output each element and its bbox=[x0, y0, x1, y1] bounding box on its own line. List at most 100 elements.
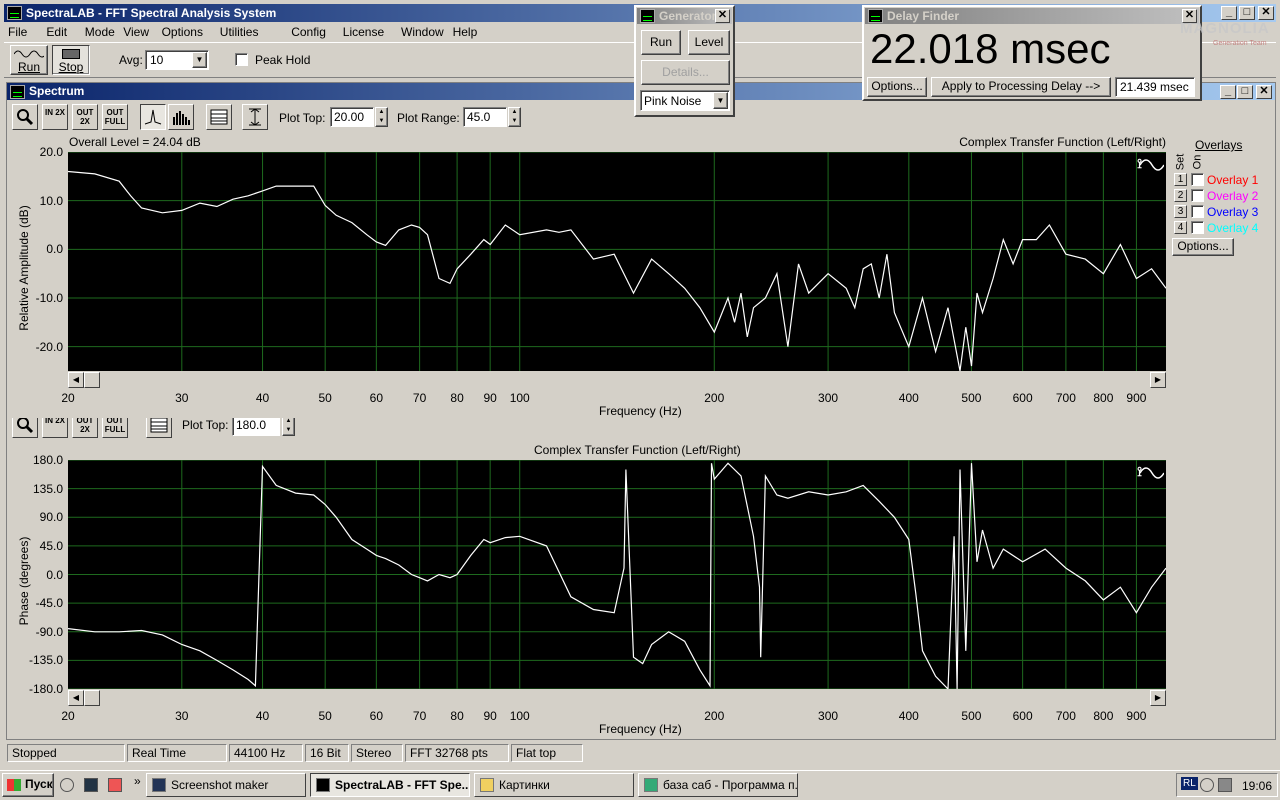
overlay-on-checkbox[interactable] bbox=[1191, 221, 1204, 234]
sine-wave-icon[interactable] bbox=[1140, 158, 1164, 172]
y-tick-label: -10.0 bbox=[35, 291, 63, 305]
chevron-down-icon[interactable]: ▼ bbox=[713, 92, 728, 109]
overlay-set-button[interactable]: 4 bbox=[1174, 221, 1187, 234]
quicklaunch-more-icon[interactable]: » bbox=[134, 774, 141, 788]
spectrum-minimize-button[interactable]: _ bbox=[1220, 85, 1236, 99]
taskbar-item-pictures[interactable]: Картинки bbox=[474, 773, 634, 797]
quicklaunch-icon-2[interactable] bbox=[84, 778, 98, 792]
x-tick-label: 400 bbox=[898, 391, 919, 405]
main-maximize-button[interactable]: □ bbox=[1239, 6, 1255, 20]
phase-plot-top-spinner[interactable]: ▲ ▼ bbox=[282, 418, 295, 436]
plot-top-value: 20.00 bbox=[334, 110, 365, 124]
auto-scale-button[interactable] bbox=[242, 104, 268, 130]
language-indicator[interactable]: RL bbox=[1181, 777, 1198, 790]
scroll-thumb[interactable] bbox=[84, 690, 100, 706]
phase-zoom-button[interactable] bbox=[12, 418, 38, 438]
table-view-button[interactable] bbox=[206, 104, 232, 130]
peak-hold-checkbox[interactable] bbox=[235, 53, 248, 66]
menu-license[interactable]: License bbox=[343, 25, 384, 39]
quicklaunch-icon-3[interactable] bbox=[108, 778, 122, 792]
generator-icon bbox=[640, 9, 655, 23]
plot-top-field[interactable]: 20.00 bbox=[330, 107, 374, 127]
quicklaunch-icon-1[interactable] bbox=[60, 778, 74, 792]
phase-plot-top-field[interactable]: 180.0 bbox=[232, 418, 280, 436]
menu-view[interactable]: View bbox=[123, 25, 149, 39]
phase-zoom-in-2x-button[interactable]: IN 2X bbox=[42, 418, 68, 438]
overlay-on-checkbox[interactable] bbox=[1191, 189, 1204, 202]
scroll-left-arrow[interactable]: ◀ bbox=[68, 690, 84, 706]
run-button[interactable]: Run bbox=[10, 45, 48, 75]
x-tick-label: 40 bbox=[255, 709, 270, 723]
menu-file[interactable]: File bbox=[8, 25, 27, 39]
menu-mode[interactable]: Mode bbox=[85, 25, 115, 39]
tray-network-icon[interactable] bbox=[1200, 778, 1214, 792]
overlay-set-button[interactable]: 1 bbox=[1174, 173, 1187, 186]
menu-window[interactable]: Window bbox=[401, 25, 444, 39]
phase-zoom-out-2x-button[interactable]: OUT 2X bbox=[72, 418, 98, 438]
x-tick-label: 300 bbox=[818, 709, 839, 723]
chevron-down-icon[interactable]: ▼ bbox=[192, 52, 207, 68]
bar-plot-button[interactable] bbox=[168, 104, 194, 130]
plot-top-spinner[interactable]: ▲ ▼ bbox=[375, 107, 388, 127]
spectrum-close-button[interactable]: ✕ bbox=[1256, 85, 1272, 99]
taskbar-item-screenshot-maker[interactable]: Screenshot maker bbox=[146, 773, 306, 797]
generator-level-button[interactable]: Level bbox=[688, 30, 730, 55]
overlay-on-checkbox[interactable] bbox=[1191, 205, 1204, 218]
main-close-button[interactable]: ✕ bbox=[1258, 6, 1274, 20]
delay-options-button[interactable]: Options... bbox=[867, 77, 927, 97]
phase-scrollbar[interactable]: ◀ ▶ bbox=[68, 690, 1166, 706]
scroll-left-arrow[interactable]: ◀ bbox=[68, 372, 84, 388]
status-cell: FFT 32768 pts bbox=[405, 744, 509, 762]
scroll-thumb[interactable] bbox=[84, 372, 100, 388]
generator-details-button[interactable]: Details... bbox=[641, 60, 730, 85]
overlay-on-checkbox[interactable] bbox=[1191, 173, 1204, 186]
phase-zoom-out-full-button[interactable]: OUT FULL bbox=[102, 418, 128, 438]
apply-processing-delay-button[interactable]: Apply to Processing Delay --> bbox=[931, 77, 1111, 97]
menu-options[interactable]: Options bbox=[162, 25, 203, 39]
zoom-out-2x-button[interactable]: OUT 2X bbox=[72, 104, 98, 130]
line-plot-button[interactable] bbox=[140, 104, 166, 130]
noise-type-select[interactable]: Pink Noise ▼ bbox=[640, 90, 730, 111]
taskbar-item-baza-sab[interactable]: база саб - Программа п... bbox=[638, 773, 798, 797]
start-button[interactable]: Пуск bbox=[2, 773, 54, 797]
phase-zoom-in-2x-label: IN 2X bbox=[44, 418, 65, 425]
menu-help[interactable]: Help bbox=[453, 25, 478, 39]
scroll-right-arrow[interactable]: ▶ bbox=[1150, 690, 1166, 706]
menu-config[interactable]: Config bbox=[291, 25, 326, 39]
amplitude-scrollbar[interactable]: ◀ ▶ bbox=[68, 372, 1166, 388]
zoom-tool-button[interactable] bbox=[12, 104, 38, 130]
phase-zoom-out-2x-label: OUT 2X bbox=[76, 418, 94, 434]
amplitude-plot[interactable]: ⟟ bbox=[68, 152, 1166, 371]
sine-wave-icon[interactable] bbox=[1140, 466, 1164, 480]
taskbar-item-spectralab[interactable]: SpectraLAB - FFT Spe... bbox=[310, 773, 470, 797]
scroll-right-arrow[interactable]: ▶ bbox=[1150, 372, 1166, 388]
tray-volume-icon[interactable] bbox=[1218, 778, 1232, 792]
plot-range-field[interactable]: 45.0 bbox=[463, 107, 507, 127]
overlay-set-button[interactable]: 2 bbox=[1174, 189, 1187, 202]
phase-plot[interactable]: ⟟ bbox=[68, 460, 1166, 689]
menu-utilities[interactable]: Utilities bbox=[220, 25, 259, 39]
menu-edit[interactable]: Edit bbox=[46, 25, 67, 39]
spectrum-icon bbox=[10, 85, 25, 99]
avg-select[interactable]: 10 ▼ bbox=[145, 50, 209, 70]
vertical-scale-icon bbox=[249, 108, 261, 126]
y-tick-label: 0.0 bbox=[46, 567, 63, 582]
plot-range-spinner[interactable]: ▲ ▼ bbox=[508, 107, 521, 127]
spectrum-maximize-button[interactable]: □ bbox=[1237, 85, 1253, 99]
phase-table-view-button[interactable] bbox=[146, 418, 172, 438]
generator-run-button[interactable]: Run bbox=[641, 30, 681, 55]
task-label: Screenshot maker bbox=[171, 778, 269, 792]
screenshot-maker-icon bbox=[152, 778, 166, 792]
stop-button[interactable]: Stop bbox=[52, 45, 90, 75]
generator-close-button[interactable]: ✕ bbox=[715, 9, 730, 23]
main-minimize-button[interactable]: _ bbox=[1221, 6, 1237, 20]
zoom-in-2x-button[interactable]: IN 2X bbox=[42, 104, 68, 130]
overlay-set-button[interactable]: 3 bbox=[1174, 205, 1187, 218]
zoom-out-full-button[interactable]: OUT FULL bbox=[102, 104, 128, 130]
overlay-options-button[interactable]: Options... bbox=[1172, 238, 1234, 256]
x-tick-label: 20 bbox=[61, 391, 75, 405]
x-tick-label: 80 bbox=[450, 709, 464, 723]
processing-delay-field[interactable]: 21.439 msec bbox=[1115, 77, 1195, 97]
delay-finder-titlebar[interactable]: Delay Finder bbox=[865, 8, 1199, 24]
amplitude-ylabel: Relative Amplitude (dB) bbox=[17, 188, 33, 348]
